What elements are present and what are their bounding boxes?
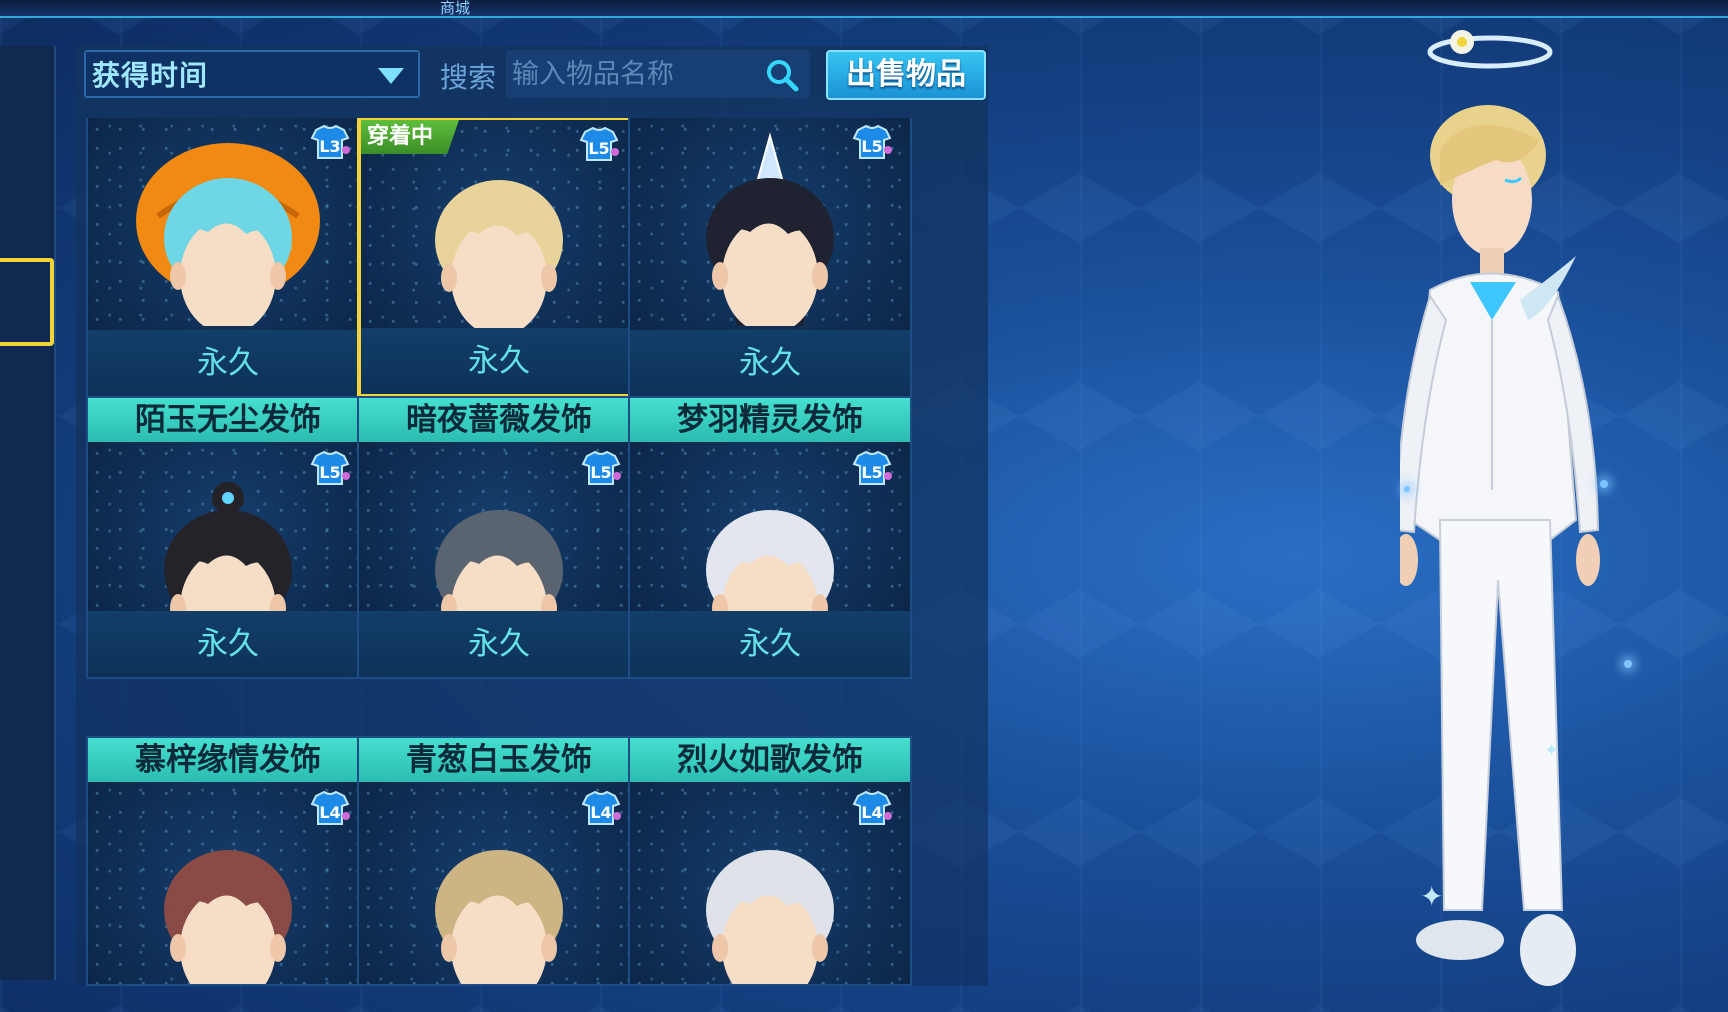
item-duration: 永久 [630, 611, 910, 677]
item-card[interactable]: 暗夜蔷薇发饰 L5 永久 [357, 396, 641, 679]
search-icon[interactable] [764, 57, 800, 93]
item-card[interactable]: 慕梓缘情发饰 L4 [86, 736, 370, 986]
item-name: 梦羽精灵发饰 [630, 398, 910, 442]
search-input[interactable] [512, 50, 752, 98]
item-name: 慕梓缘情发饰 [88, 738, 368, 782]
svg-text:L5: L5 [861, 137, 882, 156]
sort-dropdown-label: 获得时间 [92, 59, 209, 92]
svg-text:L5: L5 [590, 463, 611, 482]
character-preview[interactable] [1394, 20, 1690, 1000]
sort-dropdown[interactable]: 获得时间 [84, 50, 420, 98]
item-card[interactable]: 青葱白玉发饰 L4 [357, 736, 641, 986]
item-name: 暗夜蔷薇发饰 [359, 398, 639, 442]
item-duration: 永久 [88, 611, 368, 677]
chevron-down-icon [378, 68, 404, 84]
svg-text:L4: L4 [590, 803, 611, 822]
hair-accessory-image [399, 128, 599, 336]
top-bar: 商城 [0, 0, 1728, 18]
item-name: 青葱白玉发饰 [359, 738, 639, 782]
svg-text:L4: L4 [319, 803, 340, 822]
hair-accessory-image [128, 126, 328, 334]
item-duration: 永久 [88, 330, 368, 396]
item-card[interactable]: L5 穿着中永久 [357, 118, 641, 398]
search-box [506, 50, 810, 98]
hair-accessory-image [399, 798, 599, 984]
glow-particle [1600, 480, 1608, 488]
category-rail-selected-item[interactable] [0, 258, 54, 346]
search-label: 搜索 [440, 61, 497, 94]
hair-accessory-image [128, 798, 328, 984]
level-badge-icon: L4 [850, 788, 894, 828]
level-badge-icon: L4 [579, 788, 623, 828]
svg-text:L5: L5 [319, 463, 340, 482]
item-card[interactable]: L5 永久 [628, 118, 912, 398]
item-card[interactable]: 陌玉无尘发饰 L5 永久 [86, 396, 370, 679]
item-card[interactable]: L3 永久 [86, 118, 370, 398]
svg-text:L3: L3 [319, 137, 340, 156]
svg-text:L4: L4 [861, 803, 882, 822]
glow-particle [1404, 486, 1410, 492]
sparkle-icon: ✦ [1544, 740, 1560, 761]
level-badge-icon: L5 [850, 448, 894, 488]
level-badge-icon: L3 [308, 122, 352, 162]
top-tab-label[interactable]: 商城 [440, 0, 470, 18]
item-name: 烈火如歌发饰 [630, 738, 910, 782]
level-badge-icon: L5 [577, 124, 621, 164]
sparkle-icon: ✦ [1420, 880, 1444, 913]
item-grid: L3 永久 L5 穿着中 永久 L5 永久 陌玉无尘发饰 L5 永久 暗夜蔷薇发饰 L5 永久 梦羽精灵发… [86, 118, 968, 986]
svg-text:L5: L5 [861, 463, 882, 482]
level-badge-icon: L5 [579, 448, 623, 488]
item-card[interactable]: 烈火如歌发饰 L4 [628, 736, 912, 986]
item-card[interactable]: 梦羽精灵发饰 L5 永久 [628, 396, 912, 679]
hair-accessory-image [670, 798, 870, 984]
item-duration: 永久 [630, 330, 910, 396]
level-badge-icon: L4 [308, 788, 352, 828]
item-duration: 永久 [359, 611, 639, 677]
wearing-tag: 穿着中 [361, 120, 460, 154]
sell-items-button[interactable]: 出售物品 [826, 50, 986, 100]
item-name: 陌玉无尘发饰 [88, 398, 368, 442]
level-badge-icon: L5 [850, 122, 894, 162]
svg-text:L5: L5 [588, 139, 609, 158]
glow-particle [1624, 660, 1632, 668]
level-badge-icon: L5 [308, 448, 352, 488]
hair-accessory-image [670, 126, 870, 336]
category-rail [0, 46, 56, 980]
item-duration: 永久 [361, 328, 637, 394]
